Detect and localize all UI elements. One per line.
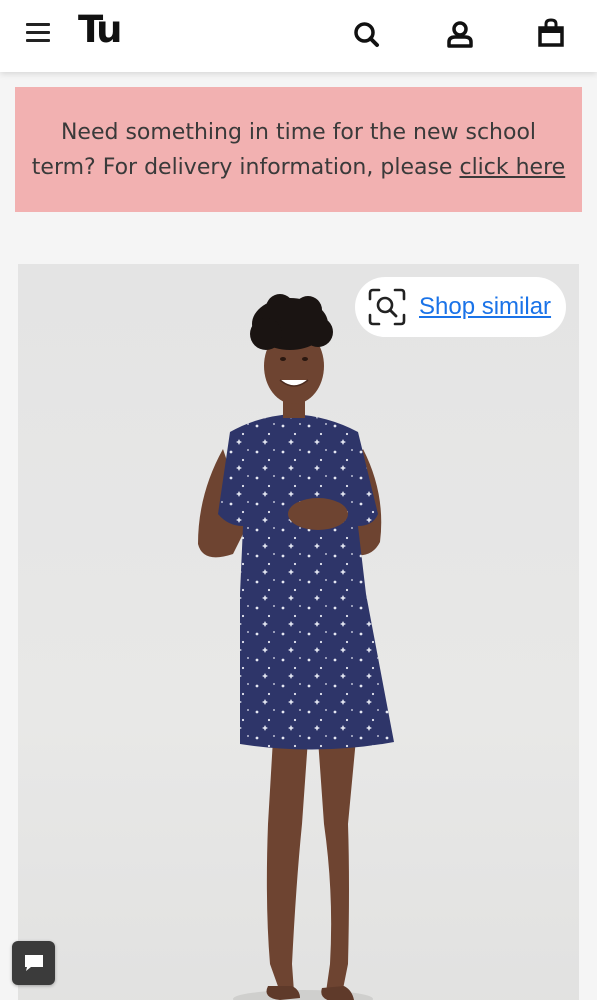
account-icon — [447, 21, 473, 48]
delivery-promo-banner: Need something in time for the new schoo… — [15, 87, 582, 212]
account-button[interactable] — [443, 18, 477, 52]
promo-text: Need something in time for the new schoo… — [31, 115, 566, 185]
menu-icon-bar-bottom — [26, 39, 50, 42]
menu-icon-bar-top — [26, 23, 50, 26]
search-button[interactable] — [350, 18, 384, 52]
bag-button[interactable] — [534, 17, 568, 51]
product-image[interactable] — [18, 264, 579, 1000]
menu-button[interactable] — [22, 20, 54, 48]
menu-icon-bar-middle — [26, 31, 50, 34]
bag-icon — [538, 18, 564, 47]
visual-search-icon — [368, 288, 406, 326]
shop-similar-label: Shop similar — [419, 293, 552, 320]
page: Tu Need something in time for the new sc… — [0, 0, 597, 1000]
chat-button[interactable] — [12, 941, 55, 985]
site-header: Tu — [0, 0, 597, 72]
tu-logo[interactable]: Tu — [78, 8, 122, 52]
shop-similar-button[interactable]: Shop similar — [355, 277, 566, 337]
chat-icon — [24, 955, 43, 971]
click-here-link[interactable]: click here — [459, 155, 565, 180]
model-wearing-nightdress-illustration — [198, 294, 394, 1000]
search-icon — [354, 22, 379, 47]
